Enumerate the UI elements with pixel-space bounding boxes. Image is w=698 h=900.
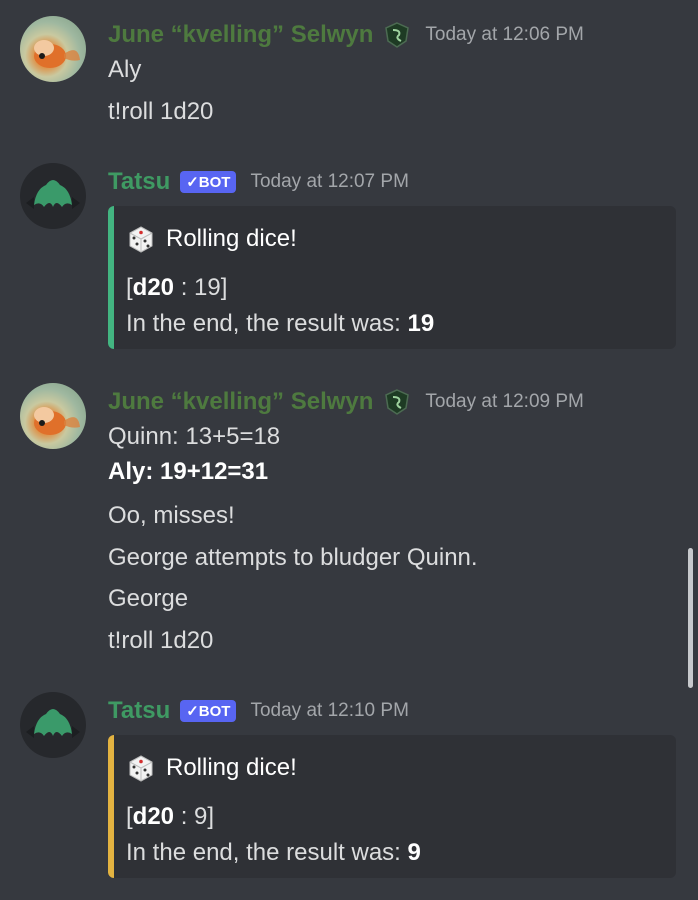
dice-embed: Rolling dice! [d20 : 19] In the end, the… bbox=[108, 206, 676, 349]
bot-avatar[interactable] bbox=[20, 692, 86, 758]
message-text: Quinn: 13+5=18 bbox=[108, 423, 281, 450]
message-header: Tatsu ✓BOT Today at 12:07 PM bbox=[108, 165, 409, 199]
user-avatar[interactable] bbox=[20, 383, 86, 449]
dice-embed: Rolling dice! [d20 : 9] In the end, the … bbox=[108, 735, 676, 878]
roll-value: 19 bbox=[194, 274, 221, 301]
message-text: t!roll 1d20 bbox=[108, 627, 214, 654]
message-timestamp: Today at 12:09 PM bbox=[425, 391, 584, 412]
result-label: In the end, the result was: bbox=[126, 310, 401, 337]
embed-title-text: Rolling dice! bbox=[166, 754, 297, 781]
die-type: d20 bbox=[132, 803, 175, 830]
message-text: Aly: 19+12=31 bbox=[108, 458, 269, 485]
tatsu-avatar bbox=[20, 163, 86, 229]
slytherin-badge-icon bbox=[385, 22, 410, 48]
game-die-icon bbox=[129, 755, 153, 782]
embed-title-text: Rolling dice! bbox=[166, 225, 297, 252]
bot-tag: ✓BOT bbox=[180, 171, 237, 193]
result-label: In the end, the result was: bbox=[126, 839, 401, 866]
message-text: Oo, misses! bbox=[108, 502, 235, 529]
bot-tag: ✓BOT bbox=[180, 700, 237, 722]
message-header: Tatsu ✓BOT Today at 12:10 PM bbox=[108, 694, 409, 728]
embed-accent-bar bbox=[108, 735, 114, 878]
author-name[interactable]: Tatsu bbox=[108, 697, 170, 725]
message-timestamp: Today at 12:07 PM bbox=[250, 171, 409, 192]
roll-result: In the end, the result was: 9 bbox=[126, 839, 421, 867]
message-text: t!roll 1d20 bbox=[108, 98, 214, 125]
roll-value: 9 bbox=[194, 803, 208, 830]
result-value: 19 bbox=[407, 310, 435, 337]
bot-avatar[interactable] bbox=[20, 163, 86, 229]
message-text: George bbox=[108, 585, 189, 612]
roll-detail: [d20 : 9] bbox=[126, 803, 215, 830]
game-die-icon bbox=[129, 226, 153, 253]
tatsu-avatar bbox=[20, 692, 86, 758]
slytherin-badge-icon bbox=[385, 389, 410, 415]
message-text: George attempts to bludger Quinn. bbox=[108, 544, 478, 571]
user-avatar[interactable] bbox=[20, 16, 86, 82]
scrollbar-thumb[interactable] bbox=[688, 548, 693, 688]
result-value: 9 bbox=[407, 839, 421, 866]
message-timestamp: Today at 12:10 PM bbox=[250, 700, 409, 721]
author-name[interactable]: Tatsu bbox=[108, 168, 170, 196]
die-type: d20 bbox=[132, 274, 175, 301]
message-header: June “kvelling” Selwyn Today at 12:09 PM bbox=[108, 385, 584, 419]
roll-detail: [d20 : 19] bbox=[126, 274, 228, 301]
chat-log: June “kvelling” Selwyn Today at 12:06 PM… bbox=[0, 0, 698, 900]
embed-accent-bar bbox=[108, 206, 114, 349]
message-header: June “kvelling” Selwyn Today at 12:06 PM bbox=[108, 18, 584, 52]
message-timestamp: Today at 12:06 PM bbox=[425, 24, 584, 45]
roll-result: In the end, the result was: 19 bbox=[126, 310, 434, 338]
author-name[interactable]: June “kvelling” Selwyn bbox=[108, 21, 373, 49]
message-text: Aly bbox=[108, 56, 142, 83]
author-name[interactable]: June “kvelling” Selwyn bbox=[108, 388, 373, 416]
goldfish-avatar bbox=[34, 40, 80, 68]
embed-title: Rolling dice! bbox=[126, 753, 297, 783]
goldfish-avatar bbox=[34, 407, 80, 435]
embed-title: Rolling dice! bbox=[126, 224, 297, 254]
